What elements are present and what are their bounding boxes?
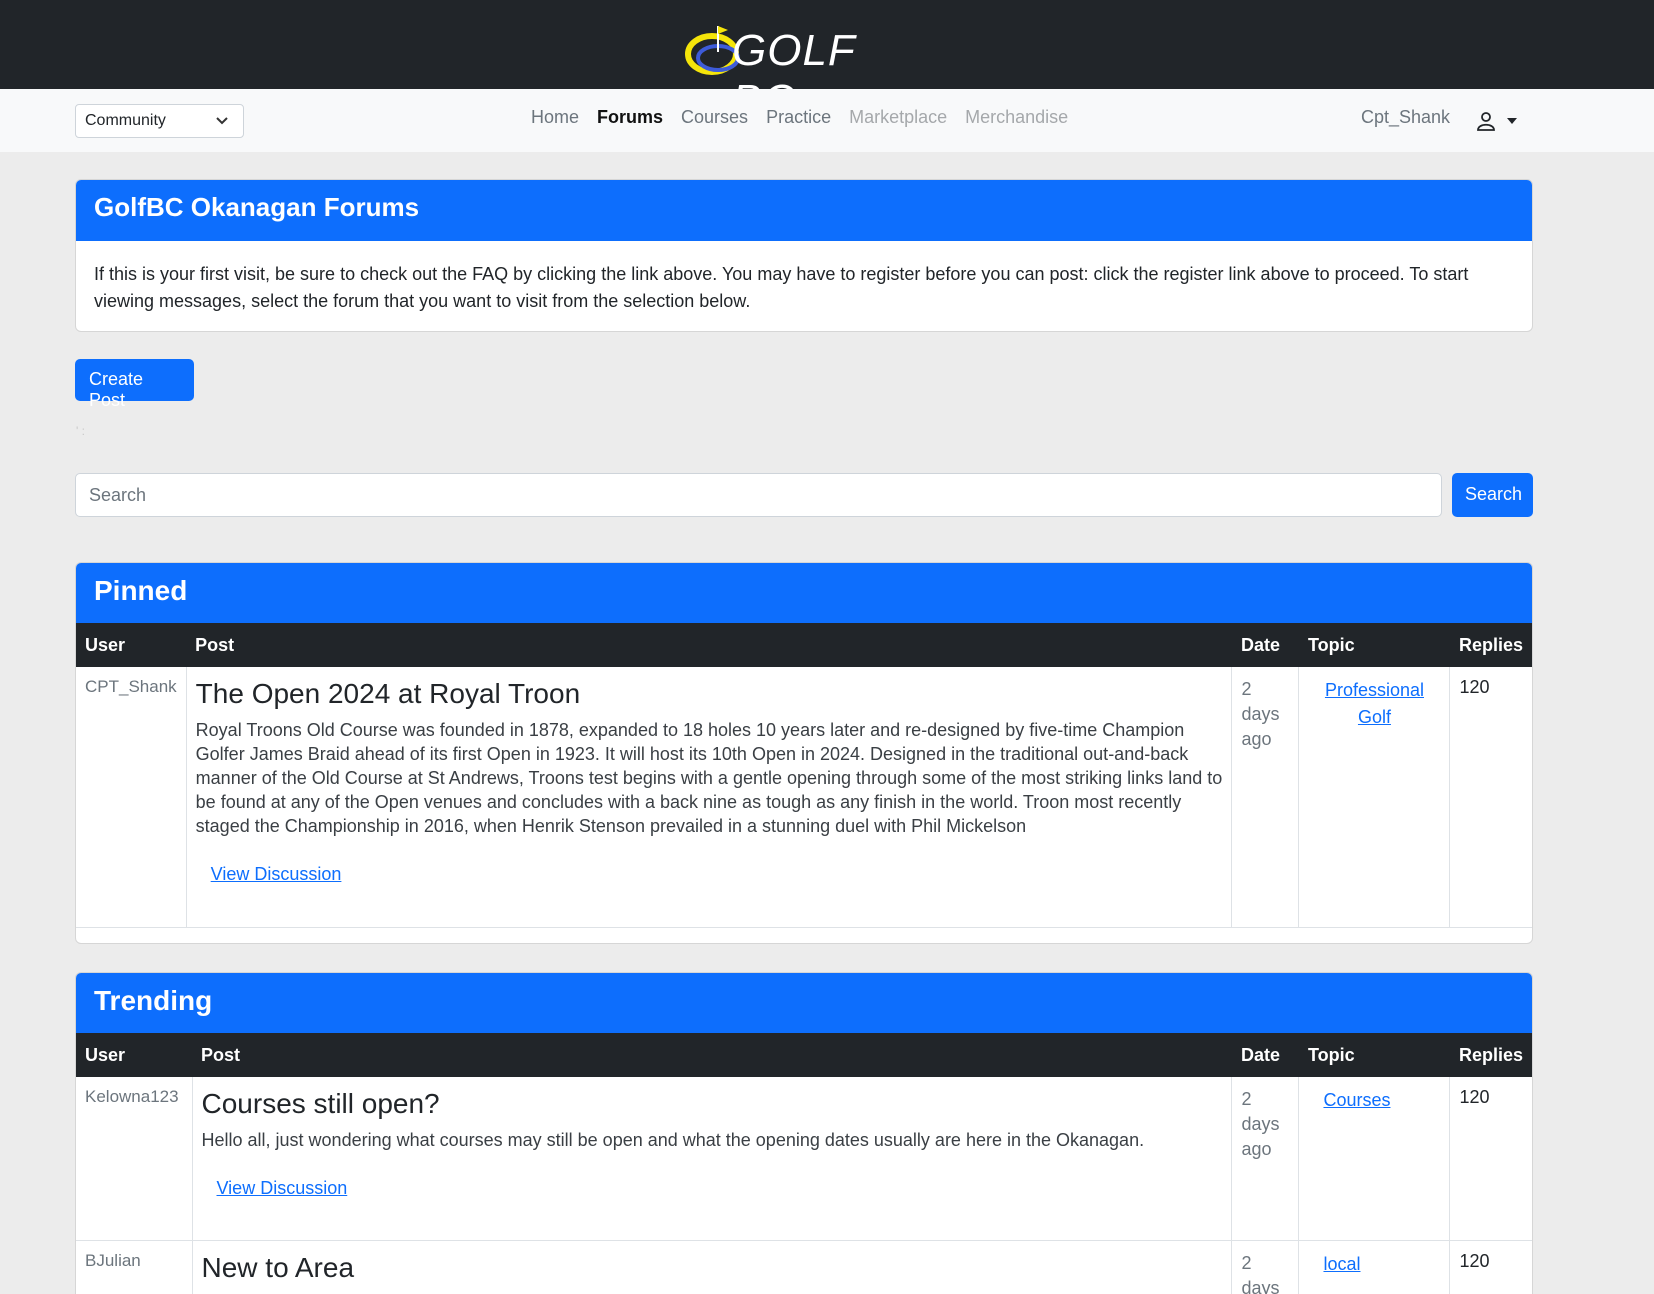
view-discussion-link[interactable]: View Discussion [211, 864, 342, 885]
post-user: CPT_Shank [76, 667, 187, 928]
post-replies: 120 [1449, 1240, 1532, 1294]
post-replies: 120 [1449, 1077, 1532, 1241]
col-header-topic: Topic [1298, 623, 1450, 667]
col-header-user: User [76, 1033, 192, 1077]
intro-title: GolfBC Okanagan Forums [76, 180, 1532, 241]
post-date: 2 days [1231, 1240, 1300, 1294]
trending-table: User Post Date Topic Replies Kelowna123 … [76, 1033, 1532, 1294]
col-header-topic: Topic [1298, 1033, 1450, 1077]
search-input[interactable]: Search [75, 473, 1442, 517]
intro-text: If this is your first visit, be sure to … [94, 264, 1469, 311]
table-row: BJulian New to Area 2 days local 120 [76, 1240, 1532, 1294]
nav-link-home[interactable]: Home [531, 107, 579, 128]
post-body: Royal Troons Old Course was founded in 1… [195, 720, 1223, 836]
nav-link-courses[interactable]: Courses [681, 107, 748, 128]
col-header-post: Post [192, 1033, 1232, 1077]
pinned-table: User Post Date Topic Replies CPT_Shank T… [76, 623, 1532, 928]
post-date: 2 days ago [1231, 667, 1300, 928]
post-topic: Professional Golf [1298, 667, 1451, 928]
col-header-replies: Replies [1449, 623, 1532, 667]
col-header-user: User [76, 623, 187, 667]
topic-link[interactable]: Courses [1323, 1090, 1390, 1110]
col-header-replies: Replies [1449, 1033, 1532, 1077]
user-icon [1477, 112, 1495, 131]
table-row: CPT_Shank The Open 2024 at Royal Troon R… [76, 667, 1532, 928]
trending-card: Trending User Post Date Topic Replies Ke… [75, 972, 1533, 1294]
golfbc-logo[interactable]: GOLF BC [684, 16, 906, 125]
post-body: Hello all, just wondering what courses m… [201, 1130, 1145, 1150]
post-topic: local [1298, 1240, 1451, 1294]
brand-bar: GOLF BC [0, 0, 1654, 125]
post-title: New to Area [201, 1251, 355, 1283]
post-date: 2 days ago [1231, 1077, 1300, 1241]
topic-link[interactable]: local [1323, 1254, 1360, 1274]
post-cell: New to Area [192, 1240, 1233, 1294]
post-user: BJulian [76, 1240, 193, 1294]
nav-link-merchandise: Merchandise [965, 107, 1069, 127]
post-cell: The Open 2024 at Royal Troon Royal Troon… [186, 667, 1233, 928]
pinned-title: Pinned [76, 563, 1532, 623]
topic-link[interactable]: Professional Golf [1325, 680, 1424, 727]
search-button[interactable]: Search [1452, 473, 1533, 517]
nav-link-marketplace: Marketplace [849, 107, 948, 127]
create-post-button[interactable]: Create Post [75, 359, 194, 410]
post-replies: 120 [1449, 667, 1532, 928]
table-row: Kelowna123 Courses still open? Hello all… [76, 1077, 1532, 1241]
stray-text: ' : [76, 424, 85, 438]
post-topic: Courses [1298, 1077, 1451, 1241]
col-header-date: Date [1231, 623, 1299, 667]
post-user: Kelowna123 [76, 1077, 193, 1241]
user-menu-dropdown[interactable] [1476, 111, 1520, 133]
community-select-value: Community [85, 112, 166, 129]
main-navbar: Community Home Forums Courses Practice M… [0, 89, 1654, 152]
nav-link-forums[interactable]: Forums [597, 107, 663, 128]
view-discussion-link[interactable]: View Discussion [217, 1178, 348, 1199]
intro-card: GolfBC Okanagan Forums If this is your f… [75, 179, 1533, 332]
post-title: Courses still open? [201, 1088, 440, 1119]
trending-title: Trending [76, 973, 1532, 1033]
pinned-card: Pinned User Post Date Topic Replies CPT_… [75, 562, 1533, 944]
post-cell: Courses still open? Hello all, just wond… [192, 1077, 1233, 1241]
community-select[interactable]: Community [75, 104, 244, 138]
username-label: Cpt_Shank [1361, 107, 1451, 127]
col-header-post: Post [186, 623, 1232, 667]
nav-links: Home Forums Courses Practice Marketplace… [531, 107, 1086, 128]
nav-link-practice[interactable]: Practice [766, 107, 831, 128]
col-header-date: Date [1231, 1033, 1299, 1077]
post-title: The Open 2024 at Royal Troon [195, 678, 581, 709]
caret-down-icon [1507, 118, 1517, 124]
chevron-down-icon [216, 117, 228, 125]
